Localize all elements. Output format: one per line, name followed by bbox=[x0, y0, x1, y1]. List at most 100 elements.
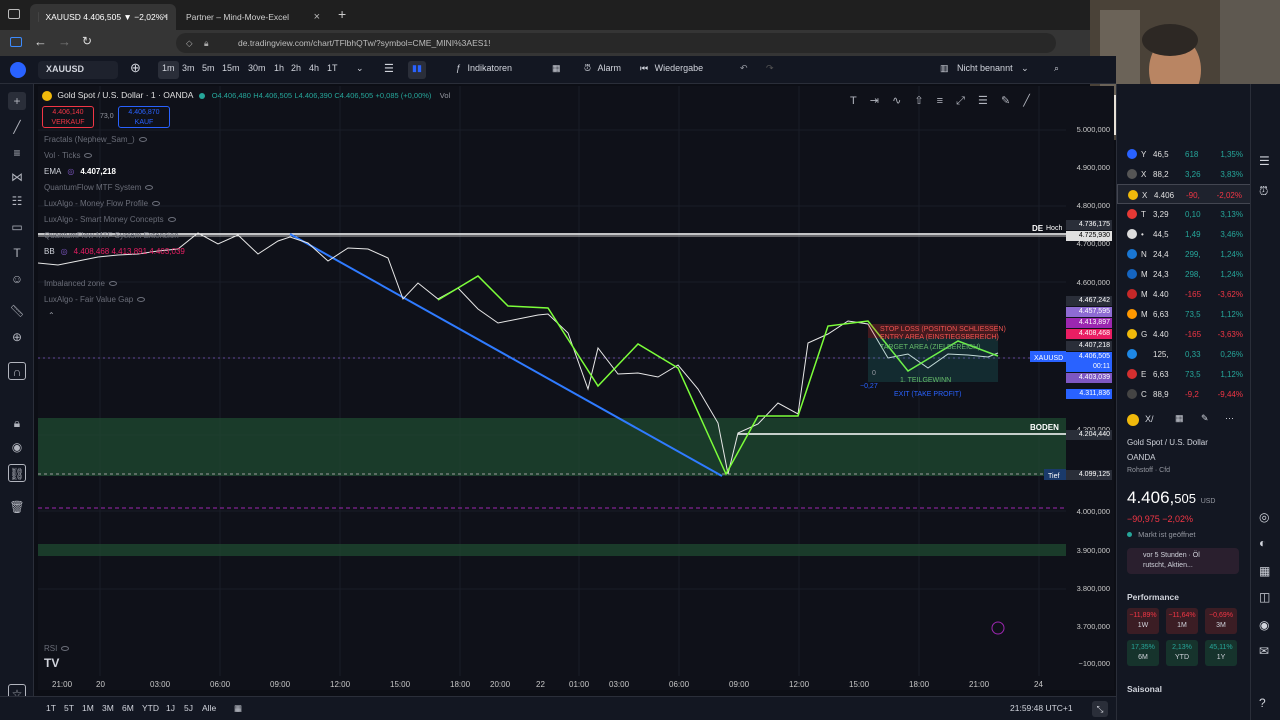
indicator-fractals[interactable]: Fractals (Nephew_Sam_) bbox=[44, 135, 147, 144]
data-window-icon[interactable]: ◎ bbox=[1259, 510, 1269, 524]
time-axis[interactable]: 21:00 20 03:00 06:00 09:00 12:00 15:00 1… bbox=[38, 676, 1066, 694]
interval-1m[interactable]: 1m bbox=[158, 61, 179, 79]
watchlist-row[interactable]: X 4.406 -90, -2,02% bbox=[1117, 184, 1251, 204]
back-icon[interactable]: ← bbox=[34, 34, 47, 49]
maximize-icon[interactable]: ⤡ bbox=[1092, 701, 1108, 717]
indicator-smart-money[interactable]: LuxAlgo - Smart Money Concepts bbox=[44, 215, 176, 224]
eye-icon[interactable] bbox=[61, 646, 70, 652]
range-5t[interactable]: 5T bbox=[64, 703, 74, 713]
performance-cell[interactable]: −11,64% 1M bbox=[1166, 608, 1198, 634]
calendar-icon[interactable]: ▦ bbox=[1259, 564, 1270, 578]
indicator-ema[interactable]: EMA ◎ 4.407,218 bbox=[44, 167, 116, 176]
emoji-icon[interactable]: ☺ bbox=[8, 270, 26, 288]
reload-icon[interactable]: ↻ bbox=[82, 34, 92, 48]
notifications-icon[interactable]: ✉ bbox=[1259, 644, 1269, 658]
trendline-icon[interactable]: ╱ bbox=[8, 118, 26, 136]
lines-icon[interactable]: ≡ bbox=[937, 95, 943, 107]
interval-1h[interactable]: 1h bbox=[274, 63, 284, 73]
chevron-down-icon[interactable]: ⌄ bbox=[356, 63, 364, 74]
forward-icon[interactable]: → bbox=[58, 34, 71, 49]
lock-icon[interactable]: 🔒︎ bbox=[8, 414, 26, 432]
range-1t[interactable]: 1T bbox=[46, 703, 56, 713]
eye-icon[interactable] bbox=[167, 217, 176, 223]
watchlist-row[interactable]: M 6,63 73,5 1,12% bbox=[1117, 304, 1251, 324]
watchlist-row[interactable]: 125, 0,33 0,26% bbox=[1117, 344, 1251, 364]
redo-icon[interactable]: ↷ bbox=[766, 63, 774, 74]
browser-tab-partner[interactable]: Partner – Mind-Move-Excel × bbox=[178, 4, 328, 30]
watchlist-row[interactable]: E 6,63 73,5 1,12% bbox=[1117, 364, 1251, 384]
calendar-icon[interactable]: ▦ bbox=[234, 703, 242, 714]
eye-icon[interactable] bbox=[145, 185, 154, 191]
ideas-icon[interactable]: ◐ bbox=[1259, 536, 1266, 550]
watchlist-row[interactable]: C 88,9 -9,2 -9,44% bbox=[1117, 384, 1251, 404]
indicator-money-flow[interactable]: LuxAlgo - Money Flow Profile bbox=[44, 199, 161, 208]
layout-button[interactable]: ▥ Nicht benannt ⌄ bbox=[940, 63, 1029, 74]
broadcast-icon[interactable]: ◉ bbox=[1259, 618, 1269, 632]
rsi-legend[interactable]: RSI bbox=[44, 644, 70, 653]
news-card[interactable]: vor 5 Stunden · Öl rutscht, Aktien... bbox=[1127, 548, 1239, 574]
candles-icon[interactable]: ▮▮ bbox=[408, 61, 426, 79]
link-icon[interactable]: ⛓︎ bbox=[8, 464, 26, 482]
collapse-legend-icon[interactable]: ⌃ bbox=[48, 311, 55, 320]
price-axis[interactable]: 5.000,000 4.900,000 4.800,000 4.700,000 … bbox=[1066, 86, 1114, 676]
eye-icon[interactable] bbox=[137, 297, 146, 303]
pattern-icon[interactable]: ⋈ bbox=[8, 168, 26, 186]
indicator-fvg[interactable]: LuxAlgo - Fair Value Gap bbox=[44, 295, 146, 304]
line-icon[interactable]: ╱ bbox=[1023, 95, 1030, 107]
crosshair-icon[interactable]: + bbox=[8, 92, 26, 110]
news-icon[interactable]: ◫ bbox=[1259, 590, 1270, 604]
sell-button[interactable]: 4.406,140 VERKAUF bbox=[42, 106, 94, 128]
eye-icon[interactable] bbox=[84, 153, 93, 159]
settings-icon[interactable]: ◎ bbox=[67, 167, 74, 176]
range-all[interactable]: Alle bbox=[202, 703, 216, 713]
interval-2h[interactable]: 2h bbox=[291, 63, 301, 73]
grid-icon[interactable]: ▦ bbox=[1175, 413, 1184, 424]
new-tab-icon[interactable]: + bbox=[338, 6, 346, 22]
search-icon[interactable]: ⌕ bbox=[1054, 63, 1059, 74]
path-icon[interactable]: ∿ bbox=[892, 95, 901, 107]
range-6m[interactable]: 6M bbox=[122, 703, 134, 713]
interval-30m[interactable]: 30m bbox=[248, 63, 266, 73]
arrow-up-icon[interactable]: ⇧ bbox=[914, 95, 923, 107]
watchlist-icon[interactable]: ☰ bbox=[1259, 154, 1270, 168]
watchlist-row[interactable]: N 24,4 299, 1,24% bbox=[1117, 244, 1251, 264]
eye-icon[interactable] bbox=[152, 201, 161, 207]
alerts-icon[interactable]: ⏰︎ bbox=[1259, 184, 1268, 199]
ruler-icon[interactable]: 📏︎ bbox=[8, 302, 26, 320]
utc-clock[interactable]: 21:59:48 UTC+1 bbox=[1010, 703, 1073, 713]
indicator-imbalance[interactable]: Imbalanced zone bbox=[44, 279, 117, 288]
window-menu-icon[interactable] bbox=[8, 9, 20, 19]
settings-icon[interactable]: ◎ bbox=[61, 247, 68, 256]
templates-icon[interactable]: ▦ bbox=[552, 63, 561, 74]
channel-icon[interactable]: ☰ bbox=[978, 95, 988, 107]
alarm-button[interactable]: ⏰︎ Alarm bbox=[584, 63, 621, 74]
trash-icon[interactable]: 🗑︎ bbox=[8, 498, 26, 516]
replay-button[interactable]: ⏮︎ Wiedergabe bbox=[640, 63, 703, 74]
interval-4h[interactable]: 4h bbox=[309, 63, 319, 73]
performance-cell[interactable]: 2,13% YTD bbox=[1166, 640, 1198, 666]
performance-cell[interactable]: 45,11% 1Y bbox=[1205, 640, 1237, 666]
fib-icon[interactable]: ≡ bbox=[8, 144, 26, 162]
watchlist-row[interactable]: G 4.40 -165 -3,63% bbox=[1117, 324, 1251, 344]
ray-icon[interactable]: ⇥ bbox=[870, 95, 879, 107]
zoom-icon[interactable]: ⊕ bbox=[8, 328, 26, 346]
performance-cell[interactable]: −0,69% 3M bbox=[1205, 608, 1237, 634]
indicator-volume[interactable]: Vol · Ticks bbox=[44, 151, 93, 160]
pen-icon[interactable]: ✎ bbox=[1001, 95, 1010, 107]
watchlist-row[interactable]: • 44,5 1,49 3,46% bbox=[1117, 224, 1251, 244]
magnet-icon[interactable]: ∩ bbox=[8, 362, 26, 380]
undo-icon[interactable]: ↶ bbox=[740, 63, 748, 74]
close-icon[interactable]: × bbox=[162, 11, 168, 23]
browser-tab-tradingview[interactable]: XAUUSD 4.406,505 ▼ −2,02% I × bbox=[30, 4, 176, 30]
watchlist-row[interactable]: T 3,29 0,10 3,13% bbox=[1117, 204, 1251, 224]
close-icon[interactable]: × bbox=[314, 11, 320, 23]
edit-icon[interactable]: ✎ bbox=[1201, 413, 1209, 424]
indicator-quantumflow-ext[interactable]: QuantumFlow MTF System Extension bbox=[44, 231, 179, 240]
watchlist-row[interactable]: M 24,3 298, 1,24% bbox=[1117, 264, 1251, 284]
range-1j[interactable]: 1J bbox=[166, 703, 175, 713]
rectangle-icon[interactable]: ▭ bbox=[8, 218, 26, 236]
interval-5m[interactable]: 5m bbox=[202, 63, 215, 73]
user-avatar-icon[interactable] bbox=[10, 62, 26, 78]
measure-icon[interactable]: ⤢ bbox=[956, 95, 965, 107]
interval-15m[interactable]: 15m bbox=[222, 63, 240, 73]
